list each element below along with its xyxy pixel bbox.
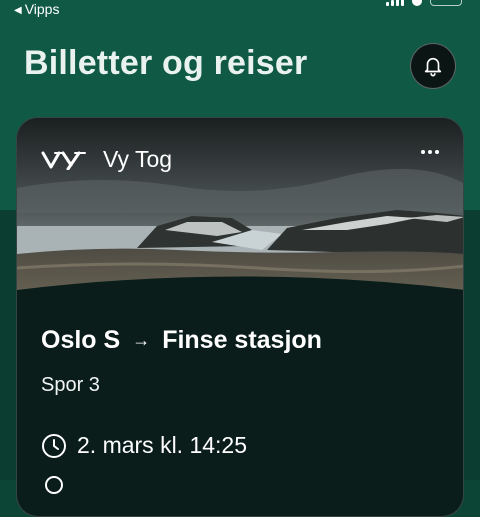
page-title: Billetter og reiser [24,44,308,82]
departure-info: 2. mars kl. 14:25 [41,432,247,459]
arrow-right-icon: → [132,330,151,350]
operator-name: Vy Tog [103,146,173,172]
back-caret-icon: ◀ [14,5,22,16]
bell-icon [424,57,442,77]
ticket-card[interactable]: Vy Tog Oslo S → Finse stasjon Spor 3 2. … [16,117,464,517]
vy-logo [41,151,86,170]
route: Oslo S → Finse stasjon [41,326,322,355]
back-app-label: Vipps [24,1,60,17]
back-to-app-link[interactable]: ◀ Vipps [14,1,59,17]
wifi-icon [412,0,422,6]
operator-brand: Vy Tog [41,146,172,173]
more-dots-icon [421,150,425,154]
route-to: Finse stasjon [162,326,322,354]
system-icons [386,0,462,6]
clock-icon [42,433,66,458]
partial-row-icon [45,476,63,494]
more-options-button[interactable] [415,142,445,162]
signal-icon [386,0,404,6]
route-from: Oslo S [41,326,121,354]
status-bar: ◀ Vipps [0,0,480,22]
departure-time: 2. mars kl. 14:25 [77,432,248,458]
battery-icon [430,0,462,6]
notifications-button[interactable] [410,43,456,89]
track-info: Spor 3 [41,374,100,396]
